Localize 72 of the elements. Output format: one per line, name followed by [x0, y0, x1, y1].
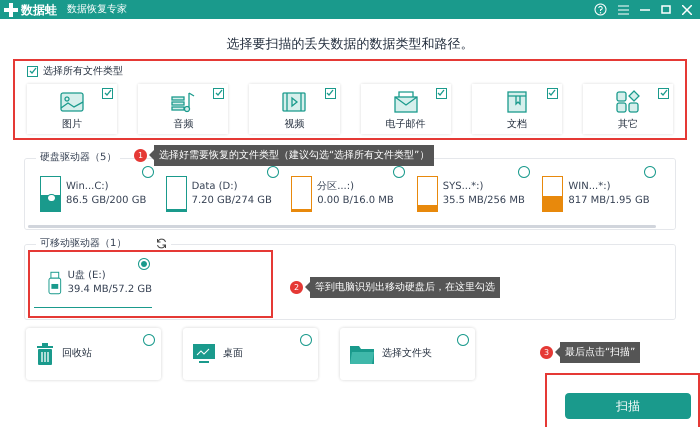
tooltip: 选择好需要恢复的文件类型（建议勾选“选择所有文件类型”）	[154, 144, 434, 166]
checkbox[interactable]	[658, 88, 670, 98]
app-subtitle: 数据恢复专家	[67, 2, 127, 17]
file-type-card[interactable]: 其它	[582, 84, 674, 134]
radio-button[interactable]	[142, 166, 154, 178]
drive-name: SYS...*:)	[442, 180, 484, 194]
section-title: 硬盘驱动器（5）	[40, 150, 116, 164]
drive-name: Data (D:)	[192, 180, 239, 194]
radio-button[interactable]	[392, 166, 405, 178]
file-type-label: 其它	[618, 118, 638, 132]
radio-button[interactable]	[457, 334, 469, 346]
menu-icon[interactable]	[618, 4, 629, 14]
location-card[interactable]: 回收站	[26, 328, 161, 380]
logo-icon	[4, 2, 18, 16]
step-number-badge: 3	[540, 346, 553, 358]
drive-name: WIN...*:)	[568, 180, 612, 194]
location-label: 选择文件夹	[382, 346, 432, 361]
radio-button[interactable]	[518, 166, 530, 178]
location-card[interactable]: 桌面	[183, 328, 318, 380]
drive-usage: 86.5 GB/200 GB	[66, 194, 146, 208]
drive-name: 分区...:)	[317, 180, 355, 194]
file-type-card[interactable]: 文档	[472, 84, 562, 134]
select-all-label: 选择所有文件类型	[43, 64, 123, 78]
maximize-icon[interactable]	[661, 5, 671, 14]
file-type-card[interactable]: 图片	[27, 84, 118, 134]
envelope-icon	[392, 88, 419, 114]
drive-name: U盘 (E:)	[68, 269, 107, 283]
step-number-badge: 2	[290, 280, 303, 294]
location-label: 桌面	[223, 346, 243, 361]
checkbox[interactable]	[436, 88, 447, 98]
minimize-icon[interactable]	[640, 8, 650, 10]
drive-name: Win...C:)	[66, 180, 110, 194]
drive-usage: 817 MB/1.95 GB	[568, 194, 650, 208]
file-type-label: 音频	[173, 118, 194, 132]
location-card[interactable]: 选择文件夹	[340, 328, 475, 380]
drive-usage: 39.4 MB/57.2 GB	[68, 283, 152, 297]
folder-icon	[350, 344, 374, 364]
tooltip: 最后点击“扫描”	[560, 342, 640, 362]
radio-button[interactable]	[644, 166, 656, 178]
drive-usage: 0.00 B/16.0 MB	[317, 194, 394, 208]
step-number-badge: 1	[134, 148, 147, 162]
page-heading: 选择要扫描的丢失数据的数据类型和路径。	[226, 36, 474, 54]
trash-icon	[36, 342, 54, 364]
checkbox[interactable]	[213, 88, 224, 98]
help-icon[interactable]	[594, 3, 607, 16]
app-logo: 数据蛙	[21, 2, 57, 18]
radio-button[interactable]	[267, 166, 280, 178]
file-type-card[interactable]: 音频	[138, 84, 228, 134]
file-type-label: 视频	[284, 118, 304, 132]
checkbox[interactable]	[27, 66, 38, 76]
radio-button[interactable]	[300, 334, 312, 346]
section-title: 可移动驱动器（1）	[40, 236, 126, 250]
usb-drive-icon	[48, 271, 62, 295]
file-type-card[interactable]: 电子邮件	[360, 84, 451, 134]
radio-button[interactable]	[138, 258, 150, 270]
checkbox[interactable]	[102, 88, 114, 98]
drive-usage: 35.5 MB/256 MB	[442, 194, 525, 208]
tooltip: 等到电脑识别出移动硬盘后，在这里勾选	[310, 276, 500, 298]
file-type-label: 电子邮件	[386, 118, 426, 132]
monitor-icon	[193, 344, 215, 364]
grid-icon	[614, 88, 641, 114]
file-type-label: 文档	[506, 118, 527, 132]
file-type-label: 图片	[62, 118, 82, 132]
drive-card[interactable]: U盘 (E:) 39.4 MB/57.2 GB	[34, 252, 152, 308]
refresh-icon[interactable]	[156, 238, 168, 248]
checkbox[interactable]	[546, 88, 558, 98]
drive-usage: 7.20 GB/274 GB	[192, 194, 272, 208]
location-label: 回收站	[62, 346, 92, 361]
close-icon[interactable]	[682, 4, 692, 14]
radio-button[interactable]	[143, 334, 155, 346]
checkbox[interactable]	[324, 88, 336, 98]
file-type-card[interactable]: 视频	[249, 84, 340, 134]
